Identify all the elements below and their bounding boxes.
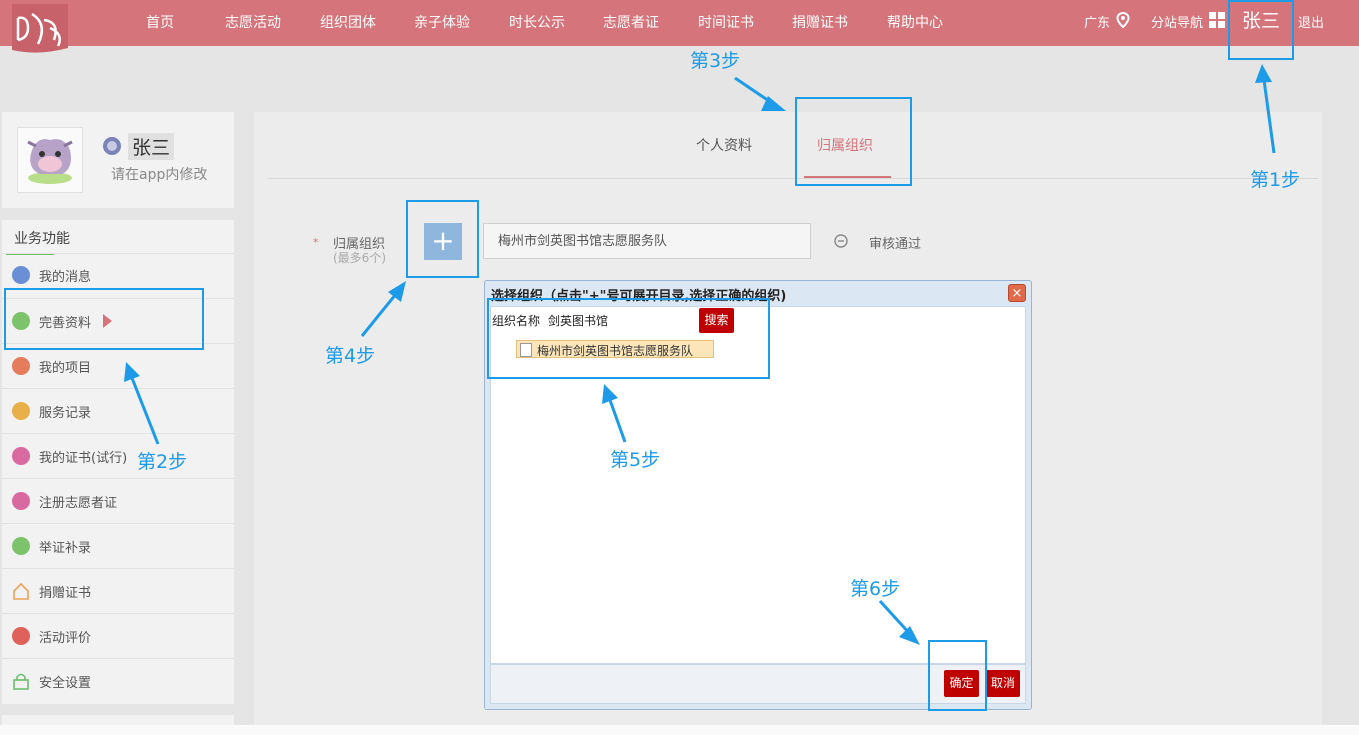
step3-label: 第3步 <box>690 50 741 72</box>
browser-status-bar <box>0 725 1359 735</box>
step2-label: 第2步 <box>137 451 188 473</box>
step5-label: 第5步 <box>610 449 661 471</box>
step4-label: 第4步 <box>325 345 376 367</box>
annotation-arrows <box>124 64 1276 645</box>
step6-label: 第6步 <box>850 578 901 600</box>
step1-label: 第1步 <box>1250 169 1301 191</box>
